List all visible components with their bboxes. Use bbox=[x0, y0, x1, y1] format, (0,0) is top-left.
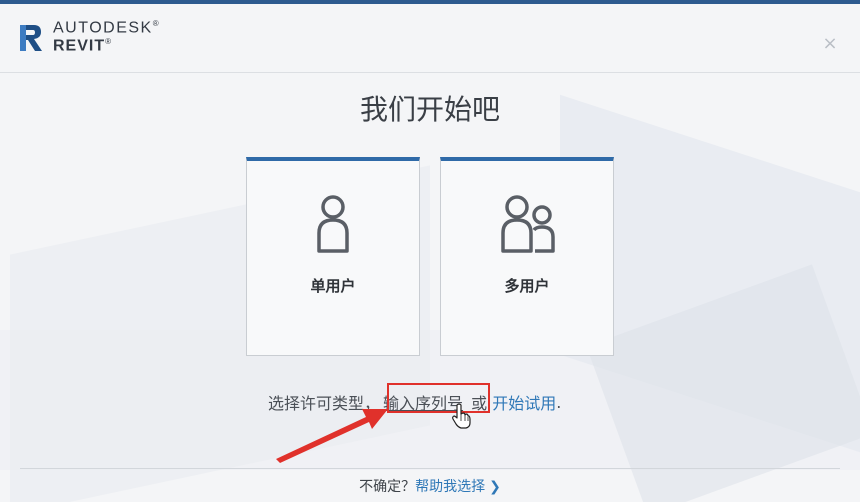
registered-mark: ® bbox=[152, 19, 161, 28]
help-me-choose-link[interactable]: 帮助我选择 bbox=[415, 479, 485, 495]
start-trial-link[interactable]: 开始试用 bbox=[492, 390, 556, 414]
footer-divider bbox=[20, 468, 840, 469]
dialog-header: AUTODESK® REVIT® × bbox=[0, 4, 860, 73]
registered-mark: ® bbox=[105, 37, 113, 46]
single-user-card[interactable]: 单用户 bbox=[246, 157, 420, 356]
revit-logo-icon bbox=[20, 25, 42, 51]
close-button[interactable]: × bbox=[820, 34, 840, 54]
multi-user-label: 多用户 bbox=[504, 277, 550, 295]
red-arrow-annotation bbox=[276, 409, 388, 463]
chevron-right-icon[interactable]: ❯ bbox=[489, 479, 501, 495]
page-title: 我们开始吧 bbox=[359, 93, 500, 126]
multi-user-card[interactable]: 多用户 bbox=[440, 157, 614, 356]
footer-help: 不确定？帮助我选择 ❯ bbox=[0, 476, 860, 496]
close-icon: × bbox=[822, 33, 838, 54]
revit-start-dialog: AUTODESK® REVIT® × 我们开始吧 单用户 多用户 选择许可类型，… bbox=[0, 0, 860, 502]
single-user-label: 单用户 bbox=[310, 277, 356, 295]
hand-cursor-icon bbox=[452, 403, 471, 429]
brand-product: REVIT® bbox=[53, 37, 112, 55]
period-text: . bbox=[556, 392, 562, 412]
serial-highlight-box bbox=[387, 383, 490, 413]
brand-company-text: AUTODESK bbox=[53, 19, 153, 37]
single-user-icon bbox=[317, 195, 349, 253]
multi-user-icon bbox=[501, 195, 555, 253]
not-sure-text: 不确定？ bbox=[359, 479, 416, 495]
brand-product-text: REVIT bbox=[53, 37, 106, 55]
brand-company: AUTODESK® bbox=[53, 19, 160, 37]
